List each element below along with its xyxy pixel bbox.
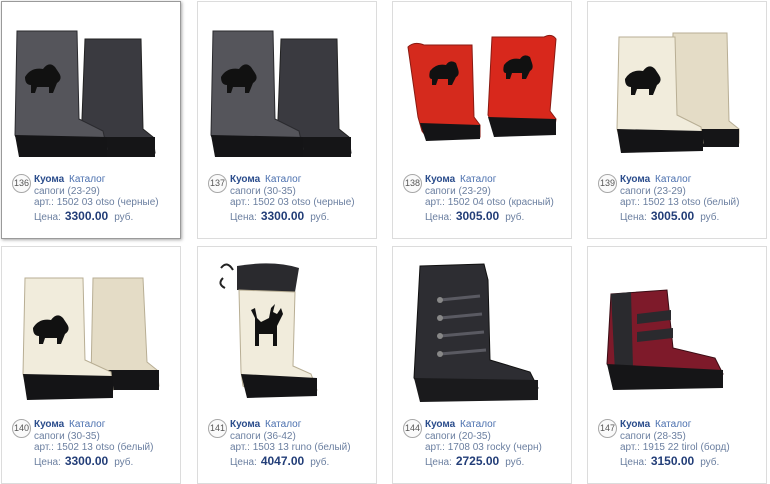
product-number-badge: 136 — [12, 174, 31, 193]
product-article: арт.: 1502 13 otso (белый) — [34, 442, 154, 453]
price-label: Цена: — [34, 211, 61, 223]
product-number-badge: 147 — [598, 419, 617, 438]
price-label: Цена: — [230, 211, 257, 223]
winter-boot-black-laced-icon[interactable] — [394, 248, 570, 410]
price-currency: руб. — [310, 211, 330, 223]
felt-boot-white-bear-icon[interactable] — [589, 3, 765, 165]
catalog-link[interactable]: Каталог — [655, 174, 691, 185]
product-article: арт.: 1915 22 tirol (борд) — [620, 442, 730, 453]
product-card[interactable]: 147 Куома Каталог сапоги (28-35) арт.: 1… — [587, 246, 767, 484]
winter-boot-burgundy-strap-icon[interactable] — [589, 248, 765, 410]
price-value: 2725.00 — [455, 453, 500, 468]
price-currency: руб. — [505, 456, 525, 468]
product-card[interactable]: 141 Куома Каталог сапоги (36-42) арт.: 1… — [197, 246, 377, 484]
product-number-badge: 139 — [598, 174, 617, 193]
product-info: Куома Каталог сапоги (30-35) арт.: 1502 … — [34, 419, 180, 468]
brand-link[interactable]: Куома — [230, 419, 260, 430]
catalog-link[interactable]: Каталог — [265, 174, 301, 185]
product-article: арт.: 1502 13 otso (белый) — [620, 197, 740, 208]
product-card[interactable]: 136 Куома Каталог сапоги (23-29) арт.: 1… — [1, 1, 181, 239]
product-info: Куома Каталог сапоги (30-35) арт.: 1502 … — [230, 174, 376, 223]
price-label: Цена: — [425, 211, 452, 223]
catalog-link[interactable]: Каталог — [460, 419, 496, 430]
price-value: 3005.00 — [455, 208, 500, 223]
price-value: 4047.00 — [260, 453, 305, 468]
price-value: 3150.00 — [650, 453, 695, 468]
product-number-badge: 144 — [403, 419, 422, 438]
product-name: сапоги (28-35) — [620, 430, 686, 442]
price-currency: руб. — [114, 211, 134, 223]
product-grid: 136 Куома Каталог сапоги (23-29) арт.: 1… — [0, 0, 770, 484]
product-card[interactable]: 138 Куома Каталог сапоги (23-29) арт.: 1… — [392, 1, 572, 239]
brand-link[interactable]: Куома — [34, 174, 64, 185]
catalog-link[interactable]: Каталог — [460, 174, 496, 185]
catalog-link[interactable]: Каталог — [265, 419, 301, 430]
product-info: Куома Каталог сапоги (20-35) арт.: 1708 … — [425, 419, 571, 468]
product-name: сапоги (30-35) — [230, 185, 296, 197]
price-label: Цена: — [34, 456, 61, 468]
felt-boot-grey-bear-icon[interactable] — [199, 3, 375, 165]
brand-link[interactable]: Куома — [230, 174, 260, 185]
product-number-badge: 138 — [403, 174, 422, 193]
price-label: Цена: — [230, 456, 257, 468]
brand-link[interactable]: Куома — [34, 419, 64, 430]
catalog-link[interactable]: Каталог — [655, 419, 691, 430]
product-name: сапоги (23-29) — [620, 185, 686, 197]
product-info: Куома Каталог сапоги (36-42) арт.: 1503 … — [230, 419, 376, 468]
price-currency: руб. — [310, 456, 330, 468]
product-article: арт.: 1502 03 otso (черные) — [230, 197, 355, 208]
catalog-link[interactable]: Каталог — [69, 174, 105, 185]
product-name: сапоги (23-29) — [34, 185, 100, 197]
price-label: Цена: — [425, 456, 452, 468]
product-article: арт.: 1502 03 otso (черные) — [34, 197, 159, 208]
product-number-badge: 137 — [208, 174, 227, 193]
felt-boot-white-bear-icon[interactable] — [3, 248, 179, 410]
price-label: Цена: — [620, 211, 647, 223]
product-article: арт.: 1708 03 rocky (черн) — [425, 442, 542, 453]
product-card[interactable]: 139 Куома Каталог сапоги (23-29) арт.: 1… — [587, 1, 767, 239]
product-info: Куома Каталог сапоги (28-35) арт.: 1915 … — [620, 419, 766, 468]
price-currency: руб. — [700, 456, 720, 468]
felt-boot-red-bear-icon[interactable] — [394, 3, 570, 165]
brand-link[interactable]: Куома — [620, 174, 650, 185]
felt-boot-white-deer-icon[interactable] — [199, 248, 375, 410]
price-value: 3300.00 — [260, 208, 305, 223]
brand-link[interactable]: Куома — [425, 419, 455, 430]
product-card[interactable]: 144 Куома Каталог сапоги (20-35) арт.: 1… — [392, 246, 572, 484]
felt-boot-grey-bear-icon[interactable] — [3, 3, 179, 165]
product-name: сапоги (36-42) — [230, 430, 296, 442]
product-name: сапоги (20-35) — [425, 430, 491, 442]
product-number-badge: 141 — [208, 419, 227, 438]
price-currency: руб. — [114, 456, 134, 468]
product-info: Куома Каталог сапоги (23-29) арт.: 1502 … — [34, 174, 180, 223]
product-number-badge: 140 — [12, 419, 31, 438]
price-value: 3300.00 — [64, 453, 109, 468]
product-article: арт.: 1503 13 runo (белый) — [230, 442, 351, 453]
product-article: арт.: 1502 04 otso (красный) — [425, 197, 554, 208]
product-card[interactable]: 137 Куома Каталог сапоги (30-35) арт.: 1… — [197, 1, 377, 239]
product-card[interactable]: 140 Куома Каталог сапоги (30-35) арт.: 1… — [1, 246, 181, 484]
product-info: Куома Каталог сапоги (23-29) арт.: 1502 … — [620, 174, 766, 223]
product-name: сапоги (30-35) — [34, 430, 100, 442]
price-value: 3005.00 — [650, 208, 695, 223]
catalog-link[interactable]: Каталог — [69, 419, 105, 430]
price-label: Цена: — [620, 456, 647, 468]
price-value: 3300.00 — [64, 208, 109, 223]
price-currency: руб. — [700, 211, 720, 223]
product-name: сапоги (23-29) — [425, 185, 491, 197]
brand-link[interactable]: Куома — [425, 174, 455, 185]
price-currency: руб. — [505, 211, 525, 223]
brand-link[interactable]: Куома — [620, 419, 650, 430]
product-info: Куома Каталог сапоги (23-29) арт.: 1502 … — [425, 174, 571, 223]
